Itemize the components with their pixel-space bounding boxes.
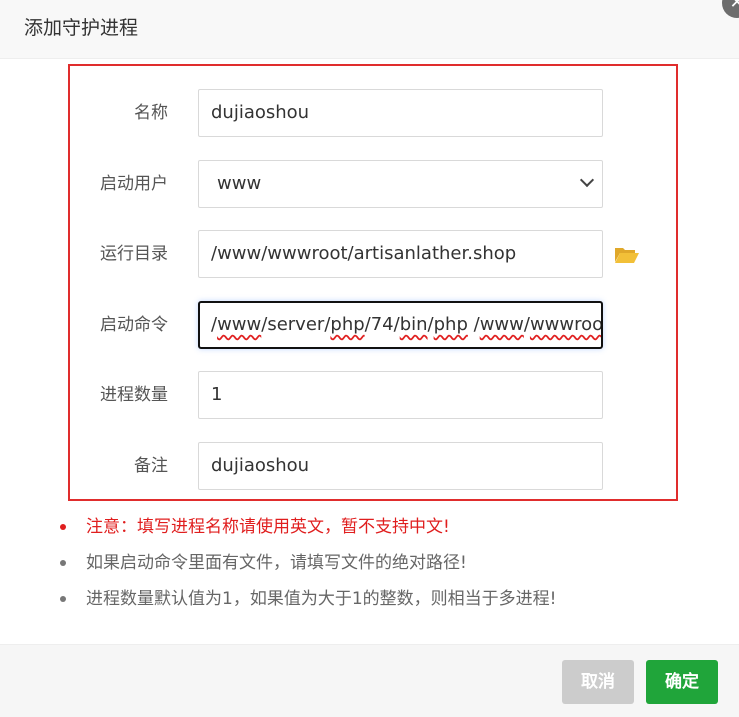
command-text: bin [399, 314, 428, 335]
note-warning: 注意：填写进程名称请使用英文，暂不支持中文! [60, 515, 720, 539]
run-dir-label: 运行目录 [100, 244, 168, 264]
bullet-icon [60, 596, 66, 602]
start-user-select[interactable]: www [198, 160, 603, 208]
confirm-button[interactable]: 确定 [646, 660, 718, 704]
command-text: wwwroo [529, 314, 603, 335]
command-text: php [330, 314, 365, 335]
dialog-header: 添加守护进程 [0, 0, 739, 59]
name-input[interactable]: dujiaoshou [198, 89, 603, 137]
process-count-label: 进程数量 [100, 385, 168, 405]
dialog-footer: 取消 确定 [0, 644, 739, 717]
command-input[interactable]: /www/server/php/74/bin/php /www/wwwroo [198, 301, 603, 349]
remark-label: 备注 [134, 456, 168, 476]
command-text: php [433, 314, 468, 335]
folder-open-icon[interactable] [614, 244, 640, 266]
note-item: 如果启动命令里面有文件，请填写文件的绝对路径! [60, 551, 720, 575]
process-count-input[interactable]: 1 [198, 371, 603, 419]
note-text: 进程数量默认值为1，如果值为大于1的整数，则相当于多进程! [86, 589, 557, 609]
note-text: 如果启动命令里面有文件，请填写文件的绝对路径! [86, 553, 467, 573]
note-text: 注意：填写进程名称请使用英文，暂不支持中文! [86, 517, 450, 537]
command-text: server [267, 314, 325, 335]
command-text: / [467, 314, 480, 335]
command-text: /74/ [364, 314, 400, 335]
remark-input[interactable]: dujiaoshou [198, 442, 603, 490]
command-label: 启动命令 [100, 315, 168, 335]
name-label: 名称 [134, 103, 168, 123]
help-notes: 注意：填写进程名称请使用英文，暂不支持中文! 如果启动命令里面有文件，请填写文件… [60, 515, 720, 623]
add-daemon-dialog: 添加守护进程 ✕ 名称 dujiaoshou 启动用户 www 运行目录 /ww… [0, 0, 739, 717]
cancel-button[interactable]: 取消 [562, 660, 634, 704]
bullet-icon [60, 560, 66, 566]
command-text: www [479, 314, 524, 335]
bullet-icon [60, 524, 66, 530]
note-item: 进程数量默认值为1，如果值为大于1的整数，则相当于多进程! [60, 587, 720, 611]
start-user-value: www [217, 173, 262, 194]
run-dir-input[interactable]: /www/wwwroot/artisanlather.shop [198, 230, 603, 278]
command-text: www [217, 314, 262, 335]
chevron-down-icon [579, 172, 595, 188]
dialog-title: 添加守护进程 [24, 17, 139, 39]
start-user-label: 启动用户 [100, 174, 168, 194]
